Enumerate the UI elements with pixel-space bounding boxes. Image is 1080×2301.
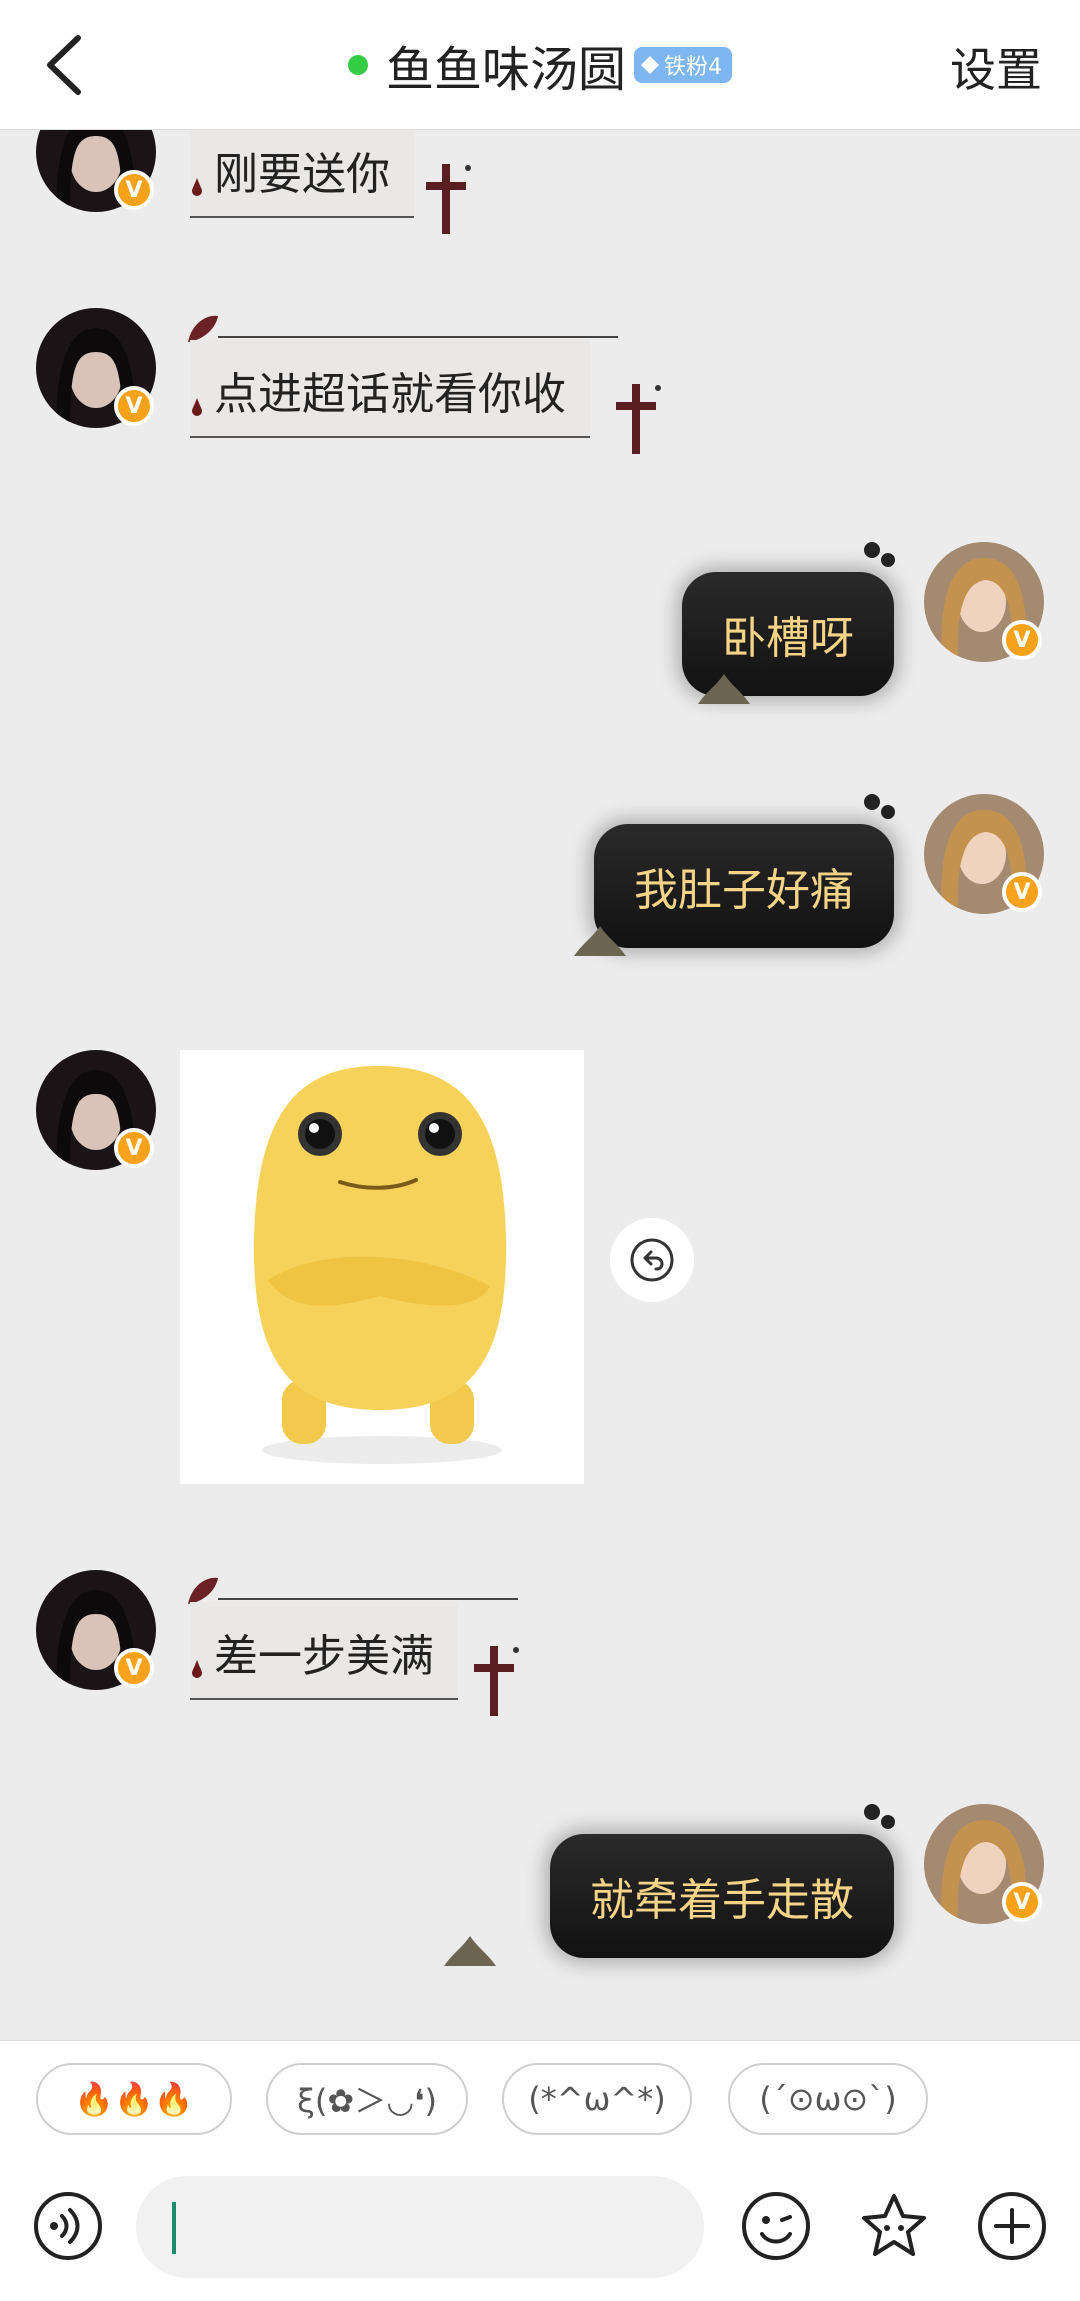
resend-button[interactable] [610,1218,694,1302]
quick-reply-chip[interactable]: 🔥🔥🔥 [36,2063,232,2135]
fan-level-badge: 铁粉4 [634,47,732,83]
verified-badge-icon: V [114,386,154,426]
lotus-ornament-icon [444,1936,496,1966]
cross-decoration-icon [474,1646,519,1716]
verified-badge-icon: V [114,1648,154,1688]
verified-badge-icon: V [114,1128,154,1168]
quick-reply-chip[interactable]: (*^ω^*) [502,2063,692,2135]
chat-title: 鱼鱼味汤圆 [385,42,626,98]
message-text: 我肚子好痛 [594,824,894,948]
blood-drip-icon [192,1660,202,1678]
cross-decoration-icon [426,164,471,234]
text-caret [172,2202,176,2254]
sticker-image[interactable] [180,1050,584,1484]
message-bubble[interactable]: 就牵着手走散 [424,1804,895,1966]
message-bubble[interactable]: 卧槽呀 [494,542,895,704]
chat-header: 鱼鱼味汤圆 铁粉4 设置 [0,0,1080,130]
message-text: 点进超话就看你收 [190,340,590,438]
ornament-line [218,336,618,338]
lotus-ornament-icon [574,926,626,956]
verified-badge-icon: V [1002,1882,1042,1922]
favorite-sticker-icon[interactable] [858,2190,930,2262]
message-text: 差一步美满 [190,1602,458,1700]
undo-icon [630,1238,674,1282]
message-input[interactable] [136,2176,704,2278]
quick-reply-chip[interactable]: (´⊙ω⊙`) [728,2063,928,2135]
message-text: 刚要送你 [190,130,414,218]
ornament-line [218,1598,518,1600]
online-status-dot [347,55,368,75]
voice-icon[interactable] [32,2190,104,2262]
cross-decoration-icon [616,384,661,454]
chat-title-group[interactable]: 鱼鱼味汤圆 铁粉4 [347,30,732,100]
verified-badge-icon: V [1002,620,1042,660]
blood-drip-icon [192,398,202,416]
verified-badge-icon: V [114,170,154,210]
message-list[interactable]: V 刚要送你 V 点进超话就看你收 V 卧槽呀 V 我肚子好痛 V V 差一步美… [0,130,1080,2040]
emoji-icon[interactable] [740,2190,812,2262]
quick-reply-chip[interactable]: ξ(✿＞◡❛) [266,2063,468,2135]
message-text: 就牵着手走散 [550,1834,894,1958]
diamond-icon [641,56,659,74]
lotus-ornament-icon [698,674,750,704]
plus-icon[interactable] [976,2190,1048,2262]
blood-drip-icon [192,178,202,196]
message-bubble[interactable]: 我肚子好痛 [474,794,895,956]
dots-ornament-icon [864,794,895,819]
dots-ornament-icon [864,1804,895,1829]
chevron-left-icon[interactable] [36,30,96,100]
dots-ornament-icon [864,542,895,567]
settings-button[interactable]: 设置 [950,34,1042,100]
fan-badge-label: 铁粉4 [664,55,722,80]
verified-badge-icon: V [1002,872,1042,912]
input-bar [0,2150,1080,2301]
yellow-creature-sticker [180,1050,584,1484]
